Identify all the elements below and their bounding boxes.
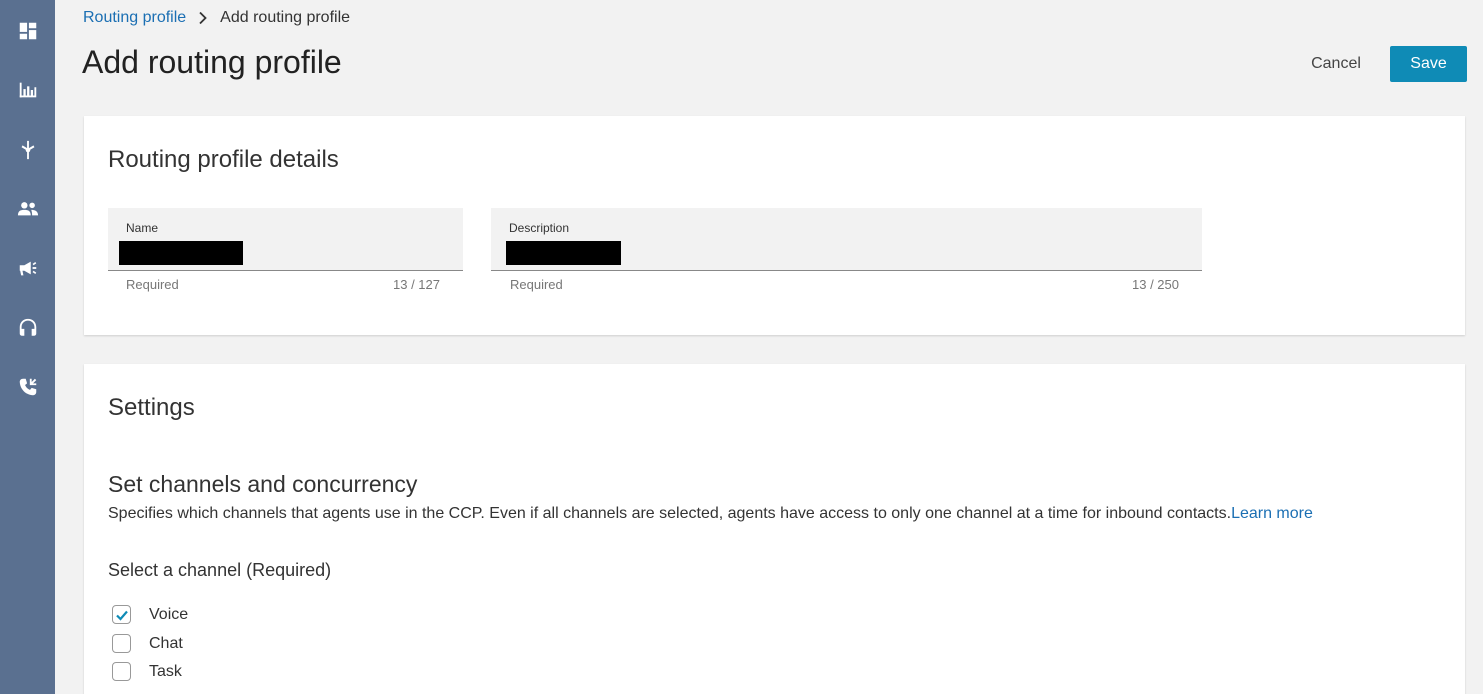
description-field[interactable]: Description [491, 208, 1202, 271]
dashboard-icon[interactable] [0, 11, 55, 51]
users-icon[interactable] [0, 189, 55, 229]
details-title: Routing profile details [108, 146, 339, 173]
routing-icon[interactable] [0, 130, 55, 170]
name-char-count: 13 / 127 [393, 277, 440, 292]
description-label: Description [509, 221, 570, 235]
settings-title: Settings [108, 394, 195, 421]
page-title: Add routing profile [82, 44, 342, 80]
campaigns-icon[interactable] [0, 248, 55, 288]
save-button[interactable]: Save [1390, 46, 1467, 82]
channels-section-title: Set channels and concurrency [108, 471, 418, 497]
select-channel-label: Select a channel (Required) [108, 560, 332, 580]
channel-voice-checkbox[interactable]: Voice [112, 605, 188, 624]
description-required-hint: Required [510, 277, 563, 292]
cancel-button[interactable]: Cancel [1296, 47, 1376, 81]
settings-card: Settings Set channels and concurrency Sp… [84, 364, 1465, 694]
channels-section-description: Specifies which channels that agents use… [108, 505, 1313, 523]
breadcrumb-routing-profile-link[interactable]: Routing profile [83, 9, 186, 27]
channel-task-label: Task [149, 662, 182, 680]
learn-more-link[interactable]: Learn more [1231, 505, 1313, 522]
description-char-count: 13 / 250 [1132, 277, 1179, 292]
routing-profile-details-card: Routing profile details Name Required 13… [84, 116, 1465, 335]
metrics-icon[interactable] [0, 70, 55, 110]
phone-icon[interactable] [0, 367, 55, 407]
channel-chat-checkbox[interactable]: Chat [112, 634, 183, 653]
breadcrumb-current: Add routing profile [220, 9, 351, 26]
channel-task-checkbox[interactable]: Task [112, 662, 182, 681]
channel-voice-label: Voice [149, 605, 189, 623]
headset-icon[interactable] [0, 308, 55, 348]
sidebar [0, 0, 55, 694]
chevron-right-icon [198, 11, 208, 25]
channel-chat-label: Chat [149, 634, 183, 652]
name-input-redacted[interactable] [119, 241, 243, 265]
channels-description-text: Specifies which channels that agents use… [108, 505, 1232, 522]
checkbox-checked-icon[interactable] [112, 605, 131, 624]
name-label: Name [126, 221, 159, 235]
checkbox-unchecked-icon[interactable] [112, 634, 131, 653]
description-input-redacted[interactable] [506, 241, 621, 265]
checkbox-unchecked-icon[interactable] [112, 662, 131, 681]
name-required-hint: Required [126, 277, 179, 292]
name-field[interactable]: Name [108, 208, 463, 271]
breadcrumb: Routing profile Add routing profile [83, 9, 350, 27]
